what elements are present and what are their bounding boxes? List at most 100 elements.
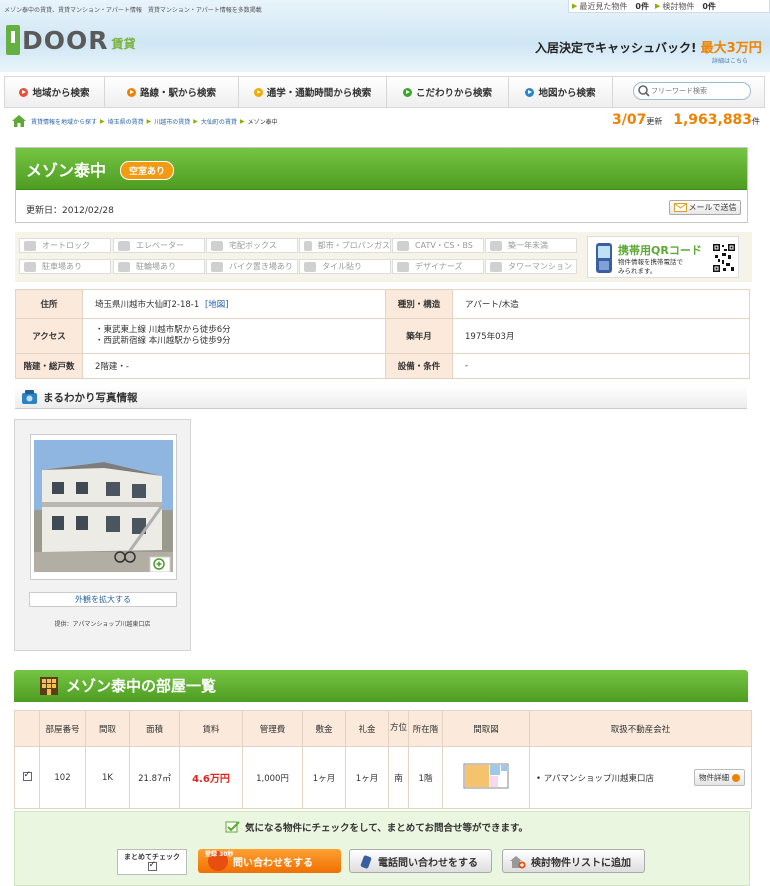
qr-code-box[interactable]: 携帯用QRコード 物件情報を携帯電話で みられます。 bbox=[587, 236, 739, 278]
nav-label: 通学・通勤時間から検索 bbox=[266, 88, 372, 99]
ruler-icon bbox=[397, 261, 409, 272]
room-area: 21.87㎡ bbox=[129, 746, 180, 809]
inquiry-button[interactable]: 登録 30秒 問い合わせをする bbox=[198, 849, 341, 873]
play-circle-icon bbox=[402, 87, 412, 97]
add-to-list-button[interactable]: 検討物件リストに追加 bbox=[502, 849, 645, 873]
site-logo[interactable]: DOOR 賃貸 bbox=[6, 23, 136, 55]
property-detail-label: 物件詳細 bbox=[699, 773, 729, 782]
feature-delivery-box: 宅配ボックス bbox=[206, 238, 298, 253]
mail-send-button[interactable]: メールで送信 bbox=[669, 200, 741, 215]
nav-label: 路線・駅から検索 bbox=[139, 88, 216, 99]
property-title-bar: メゾン泰中 空室あり bbox=[16, 148, 747, 190]
cashback-banner[interactable]: 入居決定でキャッシュバック! 最大3万円 bbox=[535, 37, 762, 56]
nav-map-search[interactable]: 地図から検索 bbox=[509, 77, 613, 107]
breadcrumb: 賃貸情報を地域から探す ▶ 埼玉県の賃貸 ▶ 川越市の賃貸 ▶ 大仙町の賃貸 ▶ メゾン… bbox=[12, 115, 278, 127]
bulk-checkbox[interactable] bbox=[147, 860, 157, 871]
address-value: 埼玉県川越市大仙町2-18-1 bbox=[95, 300, 200, 310]
rooms-header-cell: 間取図 bbox=[442, 710, 530, 747]
room-rent: 4.6万円 bbox=[179, 746, 243, 809]
features-panel: オートロック エレベーター 宅配ボックス 都市・プロパンガス CATV・CS・B… bbox=[15, 232, 752, 282]
rooms-header-cell: 部屋番号 bbox=[39, 710, 86, 747]
logo-text: DOOR bbox=[22, 26, 109, 55]
considering-link[interactable]: 検討物件 bbox=[662, 1, 694, 12]
room-number: 102 bbox=[39, 746, 86, 809]
gas-icon bbox=[304, 240, 312, 251]
rooms-header-cell: 面積 bbox=[129, 710, 180, 747]
photo-section-header: まるわかり写真情報 bbox=[15, 386, 747, 409]
agent-name[interactable]: アパマンショップ川越東口店 bbox=[544, 774, 654, 784]
home-icon[interactable] bbox=[12, 115, 26, 127]
update-date-suffix: 更新 bbox=[646, 117, 663, 126]
tower-icon bbox=[490, 261, 502, 272]
considering-count: 0件 bbox=[702, 1, 716, 11]
rooms-header-cell: 間取 bbox=[85, 710, 130, 747]
breadcrumb-item[interactable]: 大仙町の賃貸 bbox=[201, 117, 237, 126]
feature-label: タイル貼り bbox=[322, 262, 362, 271]
box-icon bbox=[211, 240, 223, 251]
floor-plan-cell bbox=[442, 746, 530, 809]
nav-feature-search[interactable]: こだわりから検索 bbox=[387, 77, 509, 107]
update-info: 3/07更新 1,963,883件 bbox=[612, 112, 760, 128]
breadcrumb-item[interactable]: 川越市の賃貸 bbox=[154, 117, 190, 126]
nav-line-search[interactable]: 路線・駅から検索 bbox=[105, 77, 239, 107]
built-label: 築年月 bbox=[385, 318, 453, 354]
building-photo[interactable] bbox=[34, 440, 173, 572]
breadcrumb-item[interactable]: 賃貸情報を地域から探す bbox=[31, 117, 97, 126]
photo-provider: 提供：アパマンショップ川越東口店 bbox=[54, 621, 151, 628]
recently-viewed-link[interactable]: 最近見た物件 bbox=[579, 1, 627, 12]
rooms-header-cell bbox=[14, 710, 40, 747]
property-title-box: メゾン泰中 空室あり 更新日：2012/02/28 メールで送信 bbox=[15, 147, 748, 223]
arrow-icon: ▶ bbox=[654, 2, 661, 10]
mobile-phone-icon bbox=[596, 243, 612, 273]
nav-label: こだわりから検索 bbox=[415, 88, 492, 99]
listing-count: 1,963,883 bbox=[673, 112, 753, 128]
phone-inquiry-button[interactable]: 電話問い合わせをする bbox=[349, 849, 492, 873]
facilities-label: 設備・条件 bbox=[385, 353, 453, 379]
room-deposit: 1ヶ月 bbox=[302, 746, 346, 809]
rooms-table: 部屋番号 間取 面積 賃料 管理費 敷金 礼金 方位 所在階 間取図 取扱不動産… bbox=[14, 710, 752, 809]
feature-parking: 駐車場あり bbox=[19, 259, 111, 274]
building-icon bbox=[490, 240, 502, 251]
nav-commute-search[interactable]: 通学・通勤時間から検索 bbox=[239, 77, 387, 107]
rooms-header-row: 部屋番号 間取 面積 賃料 管理費 敷金 礼金 方位 所在階 間取図 取扱不動産… bbox=[14, 710, 752, 747]
agent-cell: • アパマンショップ川越東口店 物件詳細 bbox=[529, 746, 752, 809]
feature-tower: タワーマンション bbox=[485, 259, 577, 274]
site-header: メゾン泰中の賃貸、賃貸マンション・アパート情報 賃貸マンション・アパート情報を多… bbox=[0, 0, 770, 72]
bulk-check-box[interactable]: まとめてチェック bbox=[117, 849, 187, 875]
search-input[interactable] bbox=[651, 87, 741, 95]
qr-title: 携帯用QRコード bbox=[618, 244, 702, 257]
room-layout: 1K bbox=[85, 746, 130, 809]
recently-viewed-count: 0件 bbox=[635, 1, 649, 11]
rooms-header-cell: 管理費 bbox=[242, 710, 303, 747]
feature-auto-lock: オートロック bbox=[19, 238, 111, 253]
property-detail-button[interactable]: 物件詳細 bbox=[694, 769, 745, 786]
feature-label: デザイナーズ bbox=[415, 262, 463, 271]
arrow-icon: ▶ bbox=[572, 2, 578, 10]
floors-value: 2階建・- bbox=[82, 353, 386, 379]
breadcrumb-item[interactable]: 埼玉県の賃貸 bbox=[108, 117, 144, 126]
enlarge-photo-button[interactable]: 外観を拡大する bbox=[29, 592, 177, 607]
address-label: 住所 bbox=[15, 289, 83, 319]
chevron-right-icon: ▶ bbox=[100, 117, 105, 125]
update-date: 3/07 bbox=[612, 112, 647, 128]
floor-plan-image[interactable] bbox=[462, 762, 510, 790]
rooms-header-cell: 礼金 bbox=[345, 710, 389, 747]
check-icon bbox=[225, 821, 240, 833]
play-circle-icon bbox=[525, 87, 535, 97]
room-direction: 南 bbox=[388, 746, 409, 809]
feature-elevator: エレベーター bbox=[113, 238, 205, 253]
map-link[interactable]: [地図] bbox=[205, 300, 229, 310]
room-checkbox[interactable] bbox=[22, 770, 32, 781]
feature-label: エレベーター bbox=[136, 241, 184, 250]
details-link[interactable]: 詳細はこちら bbox=[712, 56, 748, 65]
feature-bicycle: 駐輪場あり bbox=[113, 259, 205, 274]
listing-count-suffix: 件 bbox=[752, 117, 761, 126]
badge-text: 登録 30秒 bbox=[205, 851, 234, 858]
nav-area-search[interactable]: 地域から検索 bbox=[5, 77, 105, 107]
play-circle-icon bbox=[126, 87, 136, 97]
table-row: 102 1K 21.87㎡ 4.6万円 1,000円 1ヶ月 1ヶ月 南 1階 … bbox=[14, 746, 752, 809]
access-cell: ・東武東上線 川越市駅から徒歩6分 ・西武新宿線 本川越駅から徒歩9分 bbox=[82, 318, 386, 354]
cashback-max: 最大3万円 bbox=[700, 41, 762, 56]
feature-label: CATV・CS・BS bbox=[415, 241, 473, 250]
property-update-date: 更新日：2012/02/28 bbox=[26, 206, 114, 216]
